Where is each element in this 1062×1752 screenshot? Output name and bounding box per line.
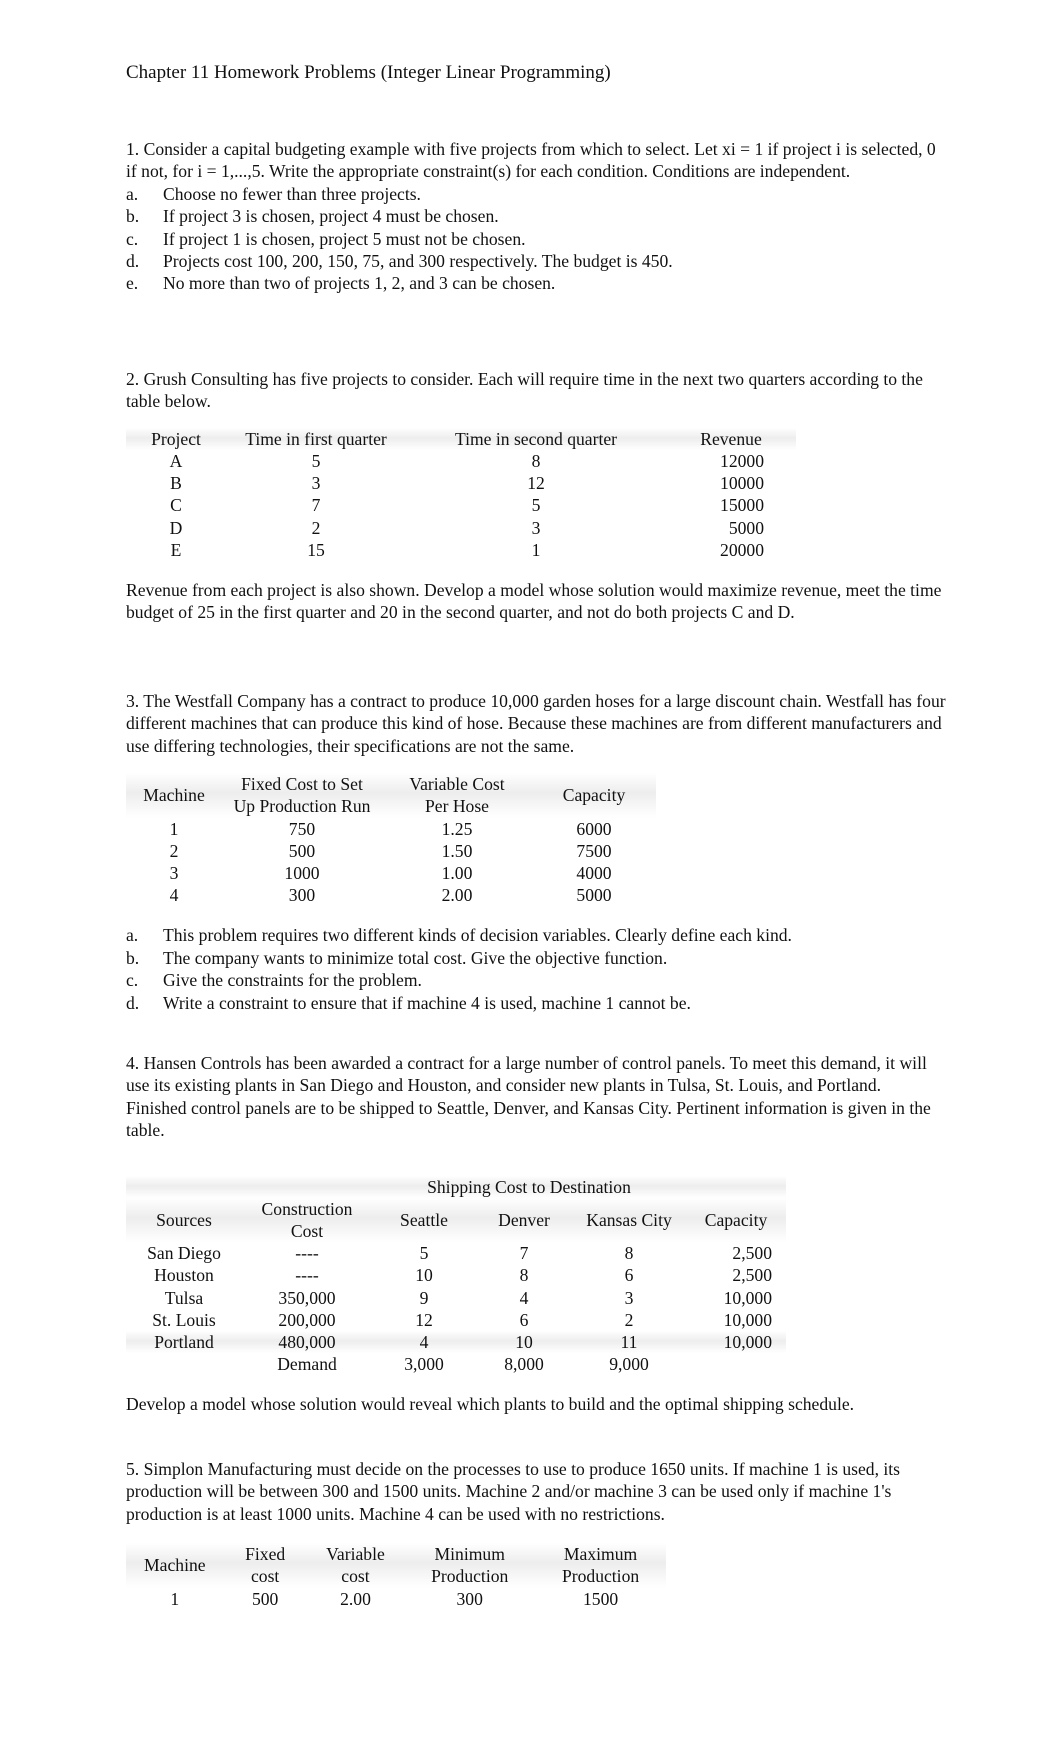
list-item: b. If project 3 is chosen, project 4 must… (126, 206, 499, 227)
table-row: 4 300 2.00 5000 (169, 885, 612, 906)
problem-2-followup: Revenue from each project is also shown.… (126, 580, 942, 623)
table-row: 3 1000 1.00 4000 (169, 863, 612, 884)
list-item: c. Give the constraints for the problem. (126, 970, 422, 991)
table-header-row: Machine Fixed cost Variable cost Minimum Pr… (126, 1543, 666, 1588)
project-table: Project Time in first quarter Time in se… (126, 427, 796, 561)
table-header-row: Project Time in first quarter Time in se… (126, 427, 796, 451)
list-item: e. No more than two of projects 1, 2, and… (126, 273, 556, 294)
table-row: Tulsa 350,000 9 4 3 10,000 (164, 1287, 772, 1308)
table-header-row: Sources Construction Cost Seattle Denver … (126, 1197, 786, 1243)
table-row: E 15 1 20000 (170, 539, 764, 560)
list-item: a. This problem requires two different ki… (126, 925, 792, 946)
list-item: d. Projects cost 100, 200, 150, 75, and 3… (126, 251, 673, 272)
table-row: Houston ---- 10 8 6 2,500 (154, 1265, 772, 1286)
table-row: Portland 480,000 4 10 11 10,000 (126, 1331, 786, 1354)
problem-5: 5. Simplon Manufacturing must decide on … (126, 1458, 946, 1610)
list-item: c. If project 1 is chosen, project 5 must… (126, 228, 526, 249)
plant-table: Shipping Cost to Destination Sources Con… (126, 1175, 786, 1376)
list-item: a. Choose no fewer than three projects. (126, 183, 421, 204)
table-row: San Diego ---- 5 7 8 2,500 (147, 1243, 772, 1264)
demand-row: Demand 3,000 8,000 9,000 (277, 1354, 649, 1375)
table-row: St. Louis 200,000 12 6 2 10,000 (152, 1309, 772, 1330)
process-table: Machine Fixed cost Variable cost Minimum Pr… (126, 1543, 666, 1610)
problem-3-text: 3. The Westfall Company has a contract t… (126, 691, 946, 756)
problem-4: 4. Hansen Controls has been awarded a co… (126, 1052, 946, 1416)
problem-2: 2. Grush Consulting has five projects to… (126, 368, 946, 624)
table-row: B 3 12 10000 (170, 473, 764, 494)
page-title: Chapter 11 Homework Problems (Integer Li… (126, 62, 611, 83)
list-item: d. Write a constraint to ensure that if m… (126, 992, 691, 1013)
table-header-row: Machine Fixed Cost to Set Up Production R… (126, 773, 656, 818)
list-item: b. The company wants to minimize total co… (126, 947, 668, 968)
problem-2-text: 2. Grush Consulting has five projects to… (126, 369, 923, 412)
table-row: 1 500 2.00 300 1500 (170, 1588, 619, 1609)
problem-4-followup: Develop a model whose solution would rev… (126, 1394, 855, 1415)
table-row: C 7 5 15000 (170, 495, 764, 516)
machine-table: Machine Fixed Cost to Set Up Production R… (126, 773, 656, 906)
problem-3: 3. The Westfall Company has a contract t… (126, 690, 946, 1014)
table-group-header-row: Shipping Cost to Destination (126, 1175, 786, 1198)
table-row: D 2 3 5000 (169, 517, 764, 538)
problem-3-items: a. This problem requires two different ki… (126, 924, 946, 1014)
table-row: 1 750 1.25 6000 (169, 818, 612, 839)
problem-1: 1. Consider a capital budgeting example … (126, 138, 946, 295)
problem-5-text: 5. Simplon Manufacturing must decide on … (126, 1459, 900, 1524)
problem-1-items: a. Choose no fewer than three projects. b… (126, 183, 946, 295)
problem-4-text: 4. Hansen Controls has been awarded a co… (126, 1053, 931, 1141)
table-row: 2 500 1.50 7500 (169, 840, 612, 861)
table-row: A 5 8 12000 (169, 451, 764, 472)
problem-1-text: 1. Consider a capital budgeting example … (126, 139, 936, 182)
